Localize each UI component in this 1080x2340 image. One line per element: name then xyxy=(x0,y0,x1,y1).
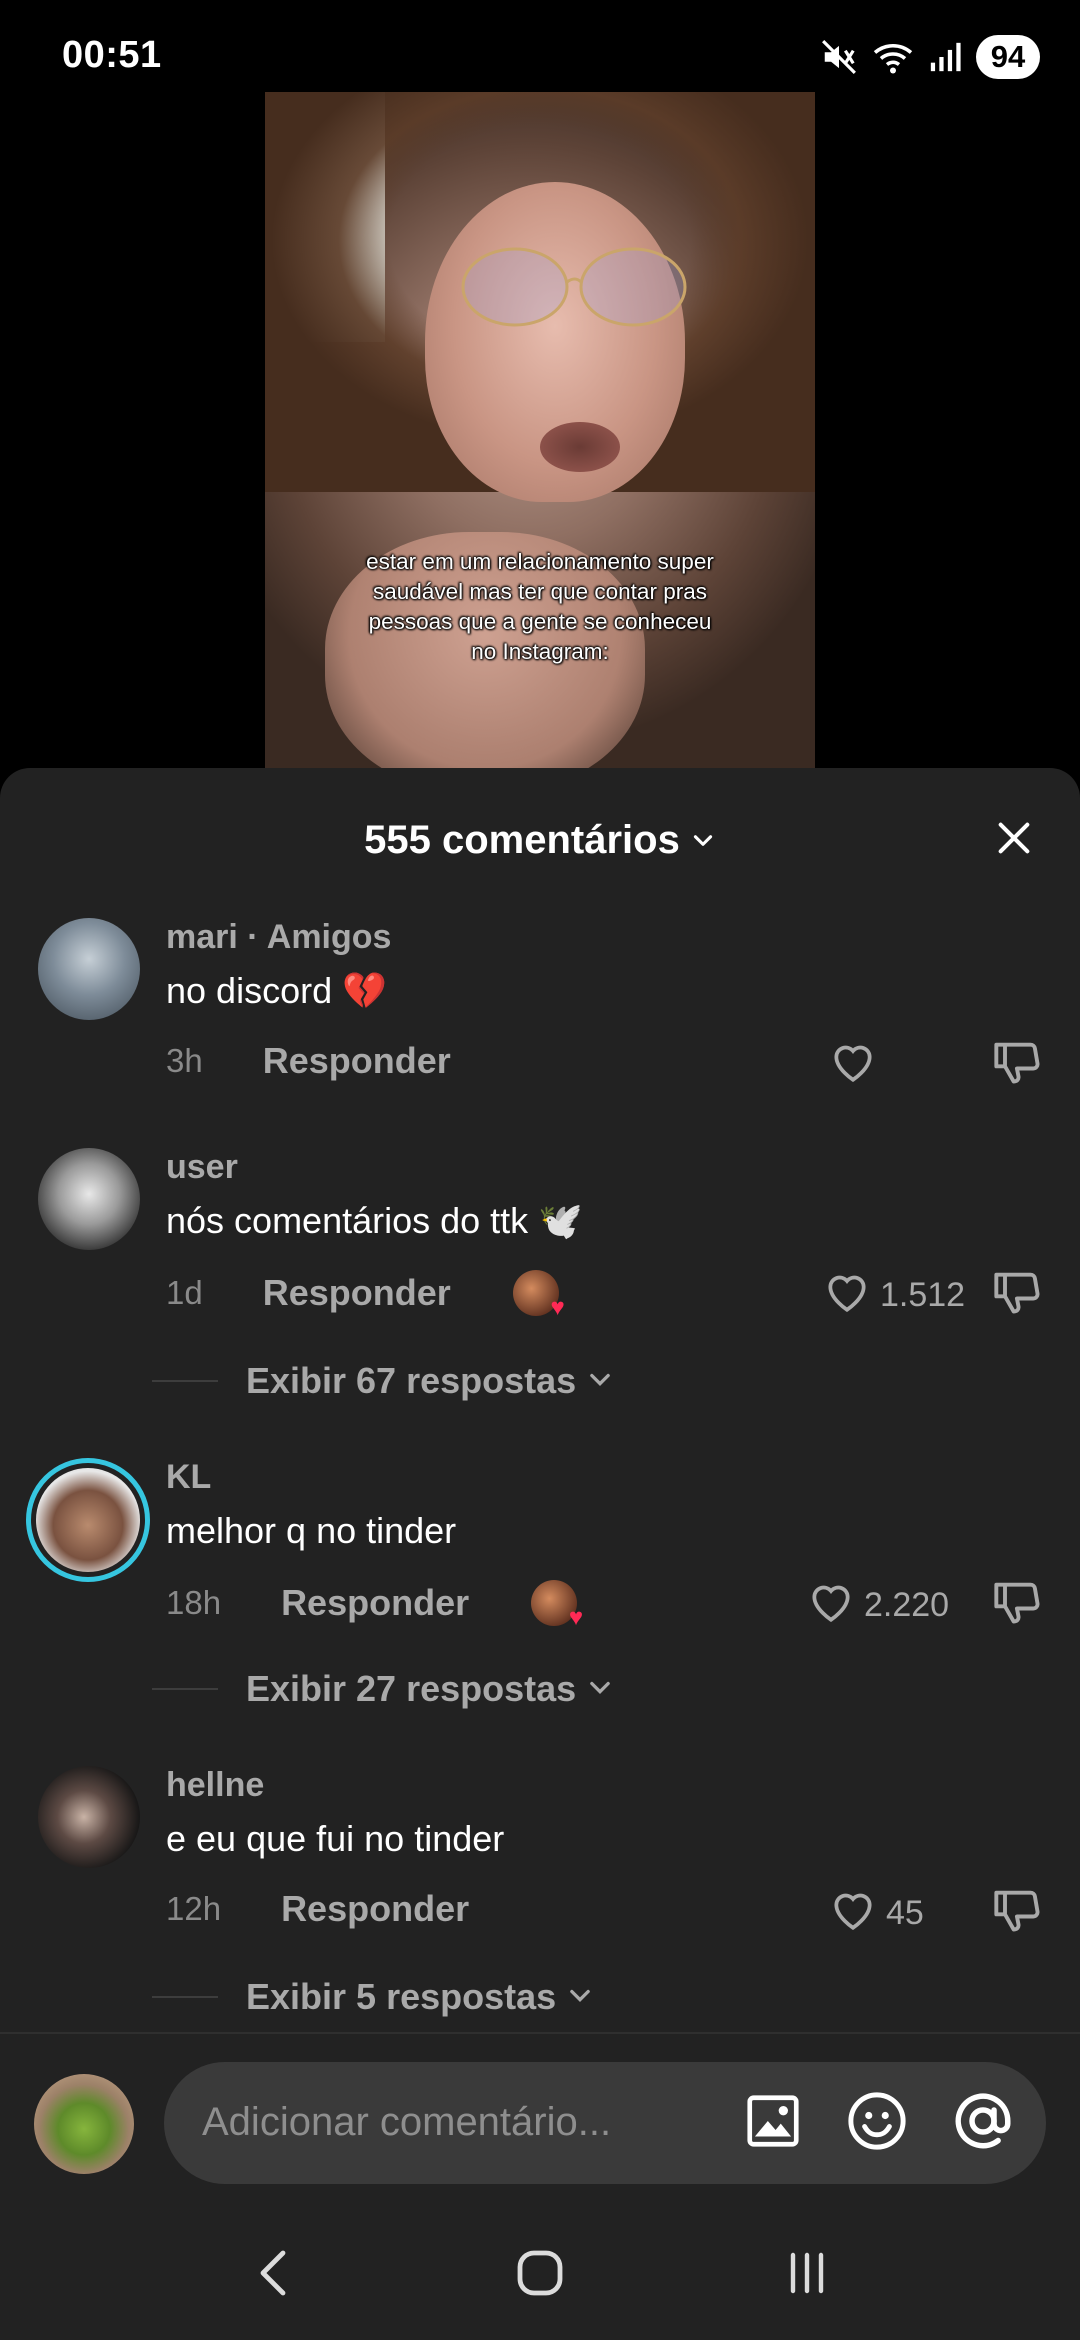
emoji-icon[interactable] xyxy=(844,2088,910,2159)
divider xyxy=(152,1688,218,1690)
heart-icon xyxy=(828,1036,878,1095)
view-replies-button[interactable]: Exibir 67 respostas xyxy=(152,1360,614,1402)
avatar-story-ring[interactable] xyxy=(26,1458,150,1582)
heart-icon xyxy=(806,1576,856,1635)
comment-input-bar: Adicionar comentário... xyxy=(0,2032,1080,2210)
thumbs-down-icon xyxy=(992,1272,1044,1322)
view-replies-label: Exibir 67 respostas xyxy=(246,1360,577,1401)
recents-button[interactable] xyxy=(767,2235,847,2315)
comment-meta: 1d Responder ♥ xyxy=(166,1270,565,1320)
close-icon xyxy=(994,818,1034,863)
mute-icon xyxy=(820,38,858,76)
back-icon xyxy=(253,2247,293,2304)
video-caption: estar em um relacionamento super saudáve… xyxy=(366,549,714,664)
reply-button[interactable]: Responder xyxy=(263,1272,451,1314)
dislike-button[interactable] xyxy=(992,1266,1044,1323)
my-avatar xyxy=(34,2074,134,2174)
avatar[interactable] xyxy=(38,1148,140,1250)
video-glasses xyxy=(461,247,687,327)
avatar[interactable] xyxy=(38,1766,140,1868)
comment-meta: 3h Responder xyxy=(166,1040,451,1082)
like-button[interactable] xyxy=(828,1036,878,1095)
comments-header: 555 comentários xyxy=(0,768,1080,888)
status-bar: 00:51 94 xyxy=(0,0,1080,92)
reply-button[interactable]: Responder xyxy=(281,1888,469,1930)
comment-text: no discord 💔 xyxy=(166,970,387,1011)
like-count: 2.220 xyxy=(864,1586,950,1624)
avatar[interactable] xyxy=(38,918,140,1020)
comment-input[interactable]: Adicionar comentário... xyxy=(164,2062,1046,2184)
wifi-icon xyxy=(872,38,914,76)
comment-text: nós comentários do ttk 🕊️ xyxy=(166,1200,584,1241)
chevron-down-icon xyxy=(556,1976,594,2018)
divider xyxy=(152,1996,218,1998)
comment-time: 1d xyxy=(166,1274,203,1311)
comment-author[interactable]: KL xyxy=(166,1458,211,1497)
recents-icon xyxy=(783,2249,831,2302)
view-replies-label: Exibir 27 respostas xyxy=(246,1668,577,1709)
status-icons: 94 xyxy=(820,34,1040,80)
view-replies-button[interactable]: Exibir 5 respostas xyxy=(152,1976,594,2018)
like-button[interactable]: 1.512 xyxy=(822,1266,965,1325)
image-icon[interactable] xyxy=(742,2090,804,2157)
battery-indicator: 94 xyxy=(976,35,1040,79)
chevron-down-icon xyxy=(690,818,716,863)
comment-input-placeholder: Adicionar comentário... xyxy=(202,2100,612,2144)
comment-text: e eu que fui no tinder xyxy=(166,1818,505,1859)
back-button[interactable] xyxy=(233,2235,313,2315)
comments-count-toggle[interactable]: 555 comentários xyxy=(364,818,716,863)
system-nav-bar xyxy=(0,2210,1080,2340)
thumbs-down-icon xyxy=(992,1042,1044,1092)
reply-button[interactable]: Responder xyxy=(281,1582,469,1624)
comment-text: melhor q no tinder xyxy=(166,1510,457,1551)
video-player[interactable]: estar em um relacionamento super saudáve… xyxy=(265,92,815,782)
creator-liked-avatar: ♥ xyxy=(512,1270,565,1320)
dislike-button[interactable] xyxy=(992,1036,1044,1093)
like-count: 1.512 xyxy=(880,1276,966,1314)
signal-icon xyxy=(928,40,962,74)
comment-author[interactable]: user xyxy=(166,1148,238,1187)
divider xyxy=(152,1380,218,1382)
comment-time: 12h xyxy=(166,1890,222,1927)
comment-meta: 18h Responder ♥ xyxy=(166,1580,583,1630)
like-button[interactable]: 45 xyxy=(828,1884,924,1943)
status-time: 00:51 xyxy=(62,34,162,76)
dislike-button[interactable] xyxy=(992,1576,1044,1633)
chevron-down-icon xyxy=(576,1360,614,1402)
reply-button[interactable]: Responder xyxy=(263,1040,451,1082)
close-button[interactable] xyxy=(984,810,1044,870)
thumbs-down-icon xyxy=(992,1890,1044,1940)
comments-title: 555 comentários xyxy=(364,817,680,862)
input-actions xyxy=(742,2088,1016,2159)
like-count: 45 xyxy=(886,1894,924,1932)
avatar xyxy=(36,1468,140,1572)
comment-author[interactable]: mari · Amigos xyxy=(166,918,391,957)
comment-time: 18h xyxy=(166,1584,222,1621)
chevron-down-icon xyxy=(576,1668,614,1710)
like-button[interactable]: 2.220 xyxy=(806,1576,949,1635)
heart-icon xyxy=(828,1884,878,1943)
comment-time: 3h xyxy=(166,1042,203,1079)
heart-icon: ♥ xyxy=(550,1294,565,1321)
comment-author[interactable]: hellne xyxy=(166,1766,264,1805)
comment-meta: 12h Responder xyxy=(166,1888,469,1930)
video-mouth xyxy=(540,422,620,472)
home-button[interactable] xyxy=(500,2235,580,2315)
dislike-button[interactable] xyxy=(992,1884,1044,1941)
view-replies-label: Exibir 5 respostas xyxy=(246,1976,557,2017)
thumbs-down-icon xyxy=(992,1582,1044,1632)
heart-icon: ♥ xyxy=(568,1604,584,1631)
mention-icon[interactable] xyxy=(950,2088,1016,2159)
heart-icon xyxy=(822,1266,872,1325)
view-replies-button[interactable]: Exibir 27 respostas xyxy=(152,1668,614,1710)
home-icon xyxy=(514,2247,566,2304)
creator-liked-avatar: ♥ xyxy=(531,1580,583,1630)
